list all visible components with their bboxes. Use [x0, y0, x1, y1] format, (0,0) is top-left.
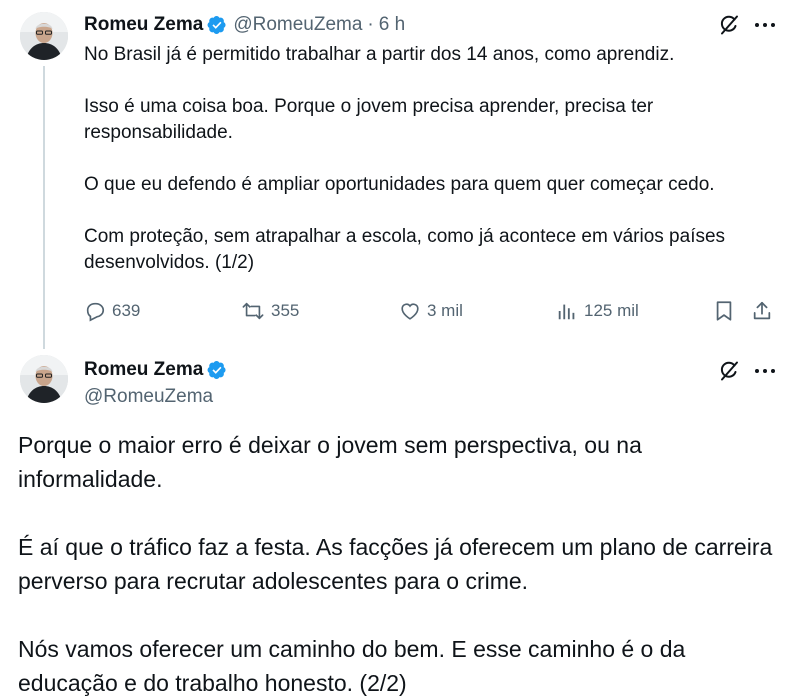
- avatar[interactable]: [20, 12, 68, 60]
- bookmark-icon: [713, 300, 735, 322]
- separator-dot: ·: [367, 14, 374, 35]
- tweet2-body: Porque o maior erro é deixar o jovem sem…: [18, 428, 788, 700]
- tweet1-body: No Brasil já é permitido trabalhar a par…: [84, 42, 784, 276]
- tweet2-paragraph: Porque o maior erro é deixar o jovem sem…: [18, 432, 642, 492]
- bookmark-button[interactable]: [713, 300, 735, 322]
- reply-button[interactable]: 639: [84, 300, 140, 322]
- grok-icon[interactable]: [716, 12, 742, 38]
- author-name[interactable]: Romeu Zema: [84, 359, 203, 381]
- verified-badge-icon: [207, 360, 227, 380]
- reply-icon: [84, 300, 106, 322]
- repost-button[interactable]: 355: [241, 300, 299, 322]
- views-button[interactable]: 125 mil: [556, 300, 639, 322]
- share-button[interactable]: [751, 300, 773, 322]
- tweet1-paragraph: No Brasil já é permitido trabalhar a par…: [84, 44, 675, 65]
- like-icon: [399, 300, 421, 322]
- author-name[interactable]: Romeu Zema: [84, 14, 203, 36]
- more-icon[interactable]: [752, 12, 778, 38]
- more-icon[interactable]: [752, 358, 778, 384]
- tweet1-action-bar: 639 355 3 mil 125 mil: [84, 300, 784, 326]
- reply-count: 639: [112, 301, 141, 320]
- tweet-timestamp[interactable]: 6 h: [379, 14, 405, 36]
- avatar[interactable]: [20, 355, 68, 403]
- like-button[interactable]: 3 mil: [399, 300, 463, 322]
- author-handle[interactable]: @RomeuZema: [84, 385, 213, 409]
- verified-badge-icon: [207, 15, 227, 35]
- tweet1-header: Romeu Zema @RomeuZema · 6 h: [84, 13, 405, 37]
- tweet1-paragraph: Com proteção, sem atrapalhar a escola, c…: [84, 226, 726, 273]
- views-icon: [556, 300, 578, 322]
- tweet1-paragraph: Isso é uma coisa boa. Porque o jovem pre…: [84, 96, 654, 143]
- like-count: 3 mil: [427, 301, 463, 320]
- tweet2-paragraph: É aí que o tráfico faz a festa. As facçõ…: [18, 534, 773, 594]
- tweet2-header-name-row: Romeu Zema: [84, 358, 227, 382]
- tweet2-paragraph: Nós vamos oferecer um caminho do bem. E …: [18, 636, 686, 696]
- repost-icon: [241, 300, 265, 322]
- share-icon: [751, 300, 773, 322]
- grok-icon[interactable]: [716, 358, 742, 384]
- author-handle[interactable]: @RomeuZema: [233, 14, 362, 36]
- tweet1-paragraph: O que eu defendo é ampliar oportunidades…: [84, 174, 715, 195]
- repost-count: 355: [271, 301, 300, 320]
- thread-connector-line: [43, 66, 45, 349]
- views-count: 125 mil: [584, 301, 639, 320]
